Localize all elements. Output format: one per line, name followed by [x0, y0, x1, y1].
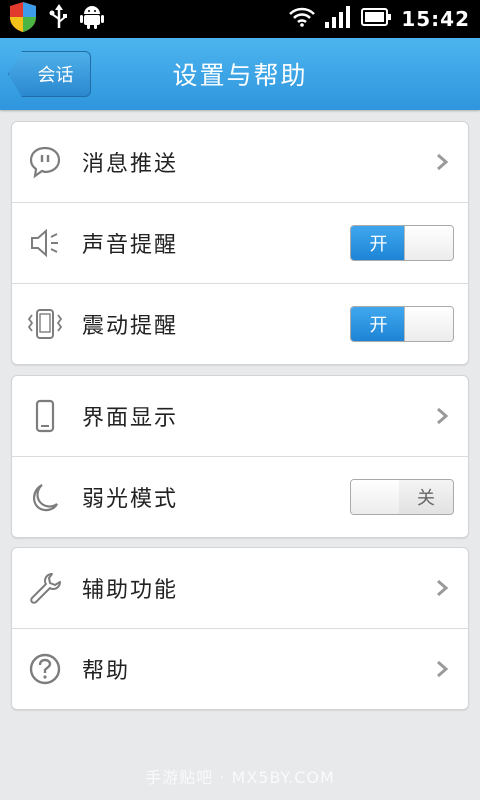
- setting-row-low-light[interactable]: 弱光模式 关: [12, 457, 468, 537]
- setting-label: 震动提醒: [82, 314, 179, 339]
- setting-label: 消息推送: [82, 152, 179, 177]
- toggle-state-label: 关: [399, 480, 453, 514]
- toggle-knob: [404, 226, 453, 260]
- setting-label: 弱光模式: [82, 487, 179, 512]
- title-bar: 设置与帮助 会话: [0, 38, 480, 110]
- setting-label: 辅助功能: [82, 578, 179, 603]
- wrench-icon: [26, 569, 64, 607]
- vibrate-toggle[interactable]: 开: [350, 306, 454, 342]
- toggle-state-label: 开: [351, 307, 406, 341]
- setting-row-sound[interactable]: 声音提醒 开: [12, 203, 468, 284]
- back-button[interactable]: 会话: [8, 51, 91, 97]
- signal-icon: [325, 6, 351, 32]
- setting-row-vibrate[interactable]: 震动提醒 开: [12, 284, 468, 364]
- toggle-knob: [404, 307, 453, 341]
- setting-label: 界面显示: [82, 406, 179, 431]
- setting-row-message-push[interactable]: 消息推送: [12, 122, 468, 203]
- chevron-right-icon: [437, 153, 449, 171]
- settings-group-display: 界面显示 弱光模式 关: [11, 375, 469, 538]
- moon-icon: [26, 478, 64, 516]
- settings-group-notifications: 消息推送 声音提醒 开 震动提醒 开: [11, 121, 469, 365]
- low-light-toggle[interactable]: 关: [350, 479, 454, 515]
- chevron-right-icon: [437, 407, 449, 425]
- watermark: 手游贴吧 · MX5BY.COM: [145, 768, 335, 787]
- setting-label: 帮助: [82, 659, 131, 684]
- usb-icon: [48, 4, 70, 34]
- android-icon: [80, 4, 104, 34]
- status-bar: 15:42: [0, 0, 480, 38]
- toggle-knob: [351, 480, 401, 514]
- speaker-icon: [26, 224, 64, 262]
- settings-group-help: 辅助功能 帮助: [11, 547, 469, 710]
- help-icon: [26, 650, 64, 688]
- phone-display-icon: [26, 397, 64, 435]
- battery-icon: [361, 8, 392, 30]
- setting-label: 声音提醒: [82, 233, 179, 258]
- sound-toggle[interactable]: 开: [350, 225, 454, 261]
- clock-time: 15:42: [401, 7, 470, 31]
- shield-icon: [8, 1, 38, 37]
- vibrate-icon: [26, 305, 64, 343]
- chevron-right-icon: [437, 579, 449, 597]
- chevron-right-icon: [437, 660, 449, 678]
- toggle-state-label: 开: [351, 226, 406, 260]
- setting-row-display[interactable]: 界面显示: [12, 376, 468, 457]
- setting-row-accessibility[interactable]: 辅助功能: [12, 548, 468, 629]
- back-button-label: 会话: [37, 65, 74, 86]
- wifi-icon: [289, 7, 316, 31]
- message-push-icon: [26, 143, 64, 181]
- setting-row-help[interactable]: 帮助: [12, 629, 468, 709]
